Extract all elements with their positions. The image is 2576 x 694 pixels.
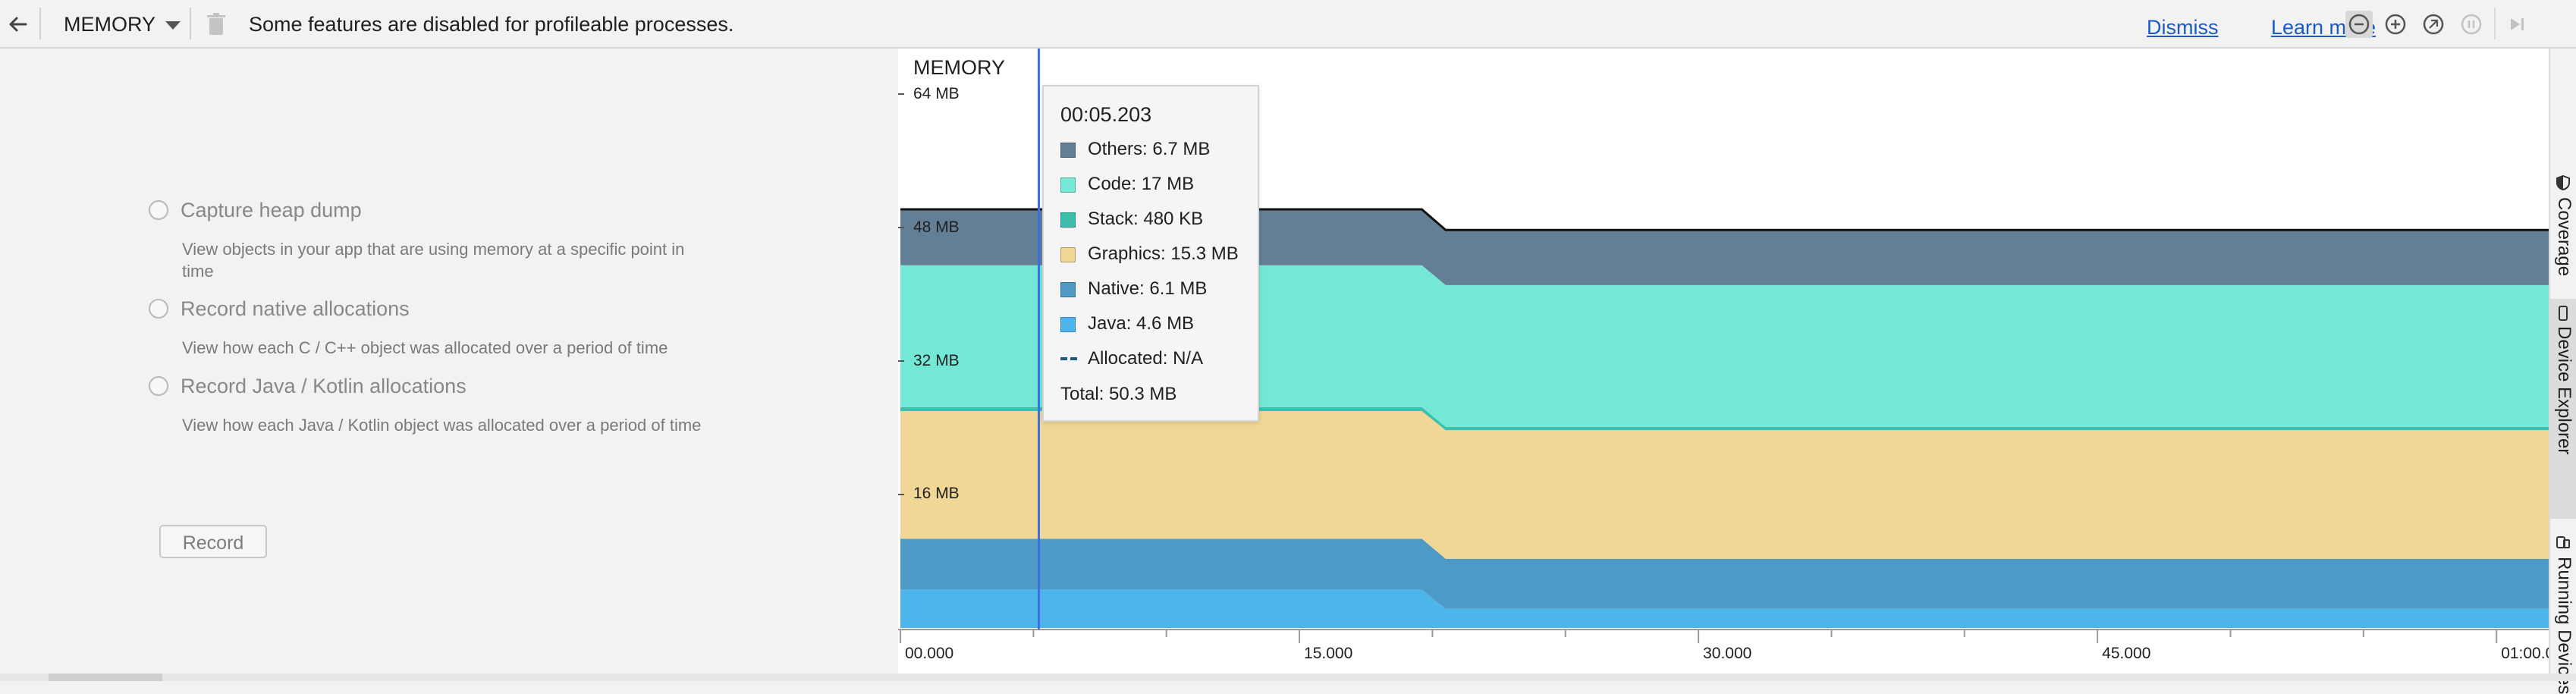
legend-swatch: [1060, 212, 1076, 228]
jump-to-live-icon[interactable]: [2503, 11, 2530, 38]
capture-heap-dump-description: View objects in your app that are using …: [182, 240, 685, 281]
legend-swatch: [1060, 317, 1076, 332]
pause-icon[interactable]: [2458, 11, 2485, 38]
tooltip-row-label: Java: 4.6 MB: [1088, 313, 1195, 334]
y-tick-label: 48 MB: [913, 218, 960, 236]
chart-title: MEMORY: [913, 56, 1006, 79]
tooltip-total: Total: 50.3 MB: [1060, 384, 1177, 404]
capture-heap-dump-label[interactable]: Capture heap dump: [181, 199, 362, 222]
shield-icon: [2556, 174, 2570, 191]
device-icon: [2559, 306, 2568, 321]
tooltip-timestamp: 00:05.203: [1060, 103, 1152, 126]
tab-label: Coverage: [2554, 197, 2574, 277]
x-tick-label: 30.000: [1703, 645, 1751, 662]
record-native-allocations-description: View how each C / C++ object was allocat…: [182, 338, 668, 357]
record-java-kotlin-allocations-label[interactable]: Record Java / Kotlin allocations: [181, 375, 467, 398]
tab-device-explorer[interactable]: Device Explorer: [2550, 299, 2576, 519]
toolbar-divider: [2494, 8, 2496, 39]
trash-icon[interactable]: [205, 11, 228, 38]
x-tick-label: 15.000: [1304, 645, 1352, 662]
legend-swatch: [1060, 143, 1076, 158]
y-tick-label: 32 MB: [913, 352, 960, 369]
chevron-down-icon[interactable]: [165, 21, 181, 30]
bottom-tab[interactable]: [49, 674, 162, 681]
record-java-kotlin-allocations-radio[interactable]: [149, 376, 168, 396]
tooltip-row-label: Native: 6.1 MB: [1088, 278, 1208, 299]
y-tick-label: 16 MB: [913, 485, 960, 502]
record-native-allocations-label[interactable]: Record native allocations: [181, 297, 410, 321]
recording-options-panel: Capture heap dump View objects in your a…: [0, 49, 898, 674]
x-tick-label: 45.000: [2102, 645, 2150, 662]
dashed-line-icon: [1060, 357, 1077, 360]
memory-tooltip: 00:05.203 Others: 6.7 MB Code: 17 MB Sta…: [1042, 85, 1259, 422]
zoom-in-icon[interactable]: [2382, 11, 2409, 38]
profiler-selector[interactable]: MEMORY: [64, 11, 156, 38]
x-tick-label: 00.000: [905, 645, 953, 662]
tab-label: Device Explorer: [2554, 326, 2574, 455]
back-arrow-icon[interactable]: [5, 11, 32, 38]
tool-window-bar: Coverage Device Explorer Running Devices: [2549, 49, 2576, 694]
y-tick-label: 64 MB: [913, 85, 960, 102]
zoom-out-icon[interactable]: [2345, 11, 2373, 38]
tooltip-row-label: Others: 6.7 MB: [1088, 139, 1211, 159]
legend-swatch: [1060, 177, 1076, 193]
tab-running-devices[interactable]: Running Devices: [2550, 529, 2576, 694]
tooltip-row-label: Graphics: 15.3 MB: [1088, 243, 1239, 264]
tooltip-row-label: Code: 17 MB: [1088, 174, 1195, 194]
legend-swatch: [1060, 282, 1076, 297]
bottom-tab-strip: [0, 674, 2576, 681]
dismiss-link[interactable]: Dismiss: [2147, 14, 2219, 41]
area-graphics: [900, 411, 2549, 559]
record-native-allocations-radio[interactable]: [149, 299, 168, 319]
record-java-kotlin-allocations-description: View how each Java / Kotlin object was a…: [182, 416, 702, 435]
devices-icon: [2556, 536, 2570, 548]
toolbar-divider: [190, 8, 191, 39]
capture-heap-dump-radio[interactable]: [149, 200, 168, 220]
tooltip-row-label: Stack: 480 KB: [1088, 209, 1204, 229]
record-button[interactable]: Record: [159, 525, 267, 558]
x-tick-label: 01:00.0: [2501, 645, 2549, 662]
legend-swatch: [1060, 247, 1076, 262]
notification-message: Some features are disabled for profileab…: [249, 13, 734, 36]
reset-zoom-icon[interactable]: [2420, 11, 2447, 38]
tooltip-row-label: Allocated: N/A: [1088, 348, 1204, 369]
profiler-toolbar: MEMORY Some features are disabled for pr…: [0, 0, 2576, 49]
toolbar-divider: [39, 8, 41, 39]
